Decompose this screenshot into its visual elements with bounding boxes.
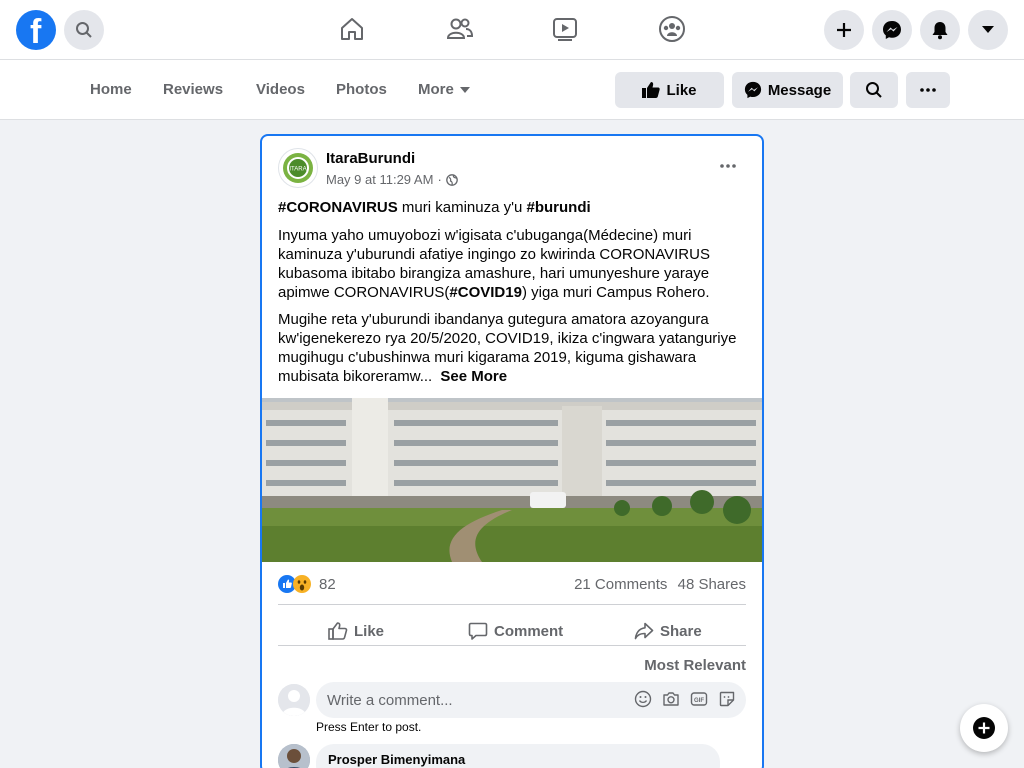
thumbs-up-icon bbox=[642, 82, 661, 98]
post-meta: May 9 at 11:29 AM · bbox=[326, 172, 458, 187]
friends-icon bbox=[446, 18, 473, 39]
comment-action-label: Comment bbox=[494, 622, 564, 640]
caret-down-icon bbox=[982, 26, 994, 33]
messenger-icon bbox=[883, 21, 901, 39]
like-action-button[interactable]: Like bbox=[328, 616, 384, 646]
commenter-avatar[interactable] bbox=[278, 744, 310, 768]
tab-reviews[interactable]: Reviews bbox=[163, 81, 223, 98]
tab-more[interactable]: More bbox=[418, 81, 470, 98]
page-like-label: Like bbox=[666, 81, 697, 99]
search-icon bbox=[76, 22, 92, 38]
hashtag-covid19[interactable]: #COVID19 bbox=[449, 284, 522, 301]
commenter-name[interactable]: Prosper Bimenyimana bbox=[328, 752, 465, 767]
page-avatar[interactable]: ITARA bbox=[278, 148, 318, 188]
comment-tools: GIF bbox=[634, 690, 736, 708]
comment-input[interactable]: Write a comment... GIF bbox=[316, 682, 746, 718]
hashtag-coronavirus[interactable]: #CORONAVIRUS bbox=[278, 199, 398, 216]
search-button[interactable] bbox=[64, 10, 104, 50]
tab-more-label: More bbox=[418, 81, 454, 98]
meta-separator: · bbox=[437, 172, 442, 187]
notifications-icon bbox=[932, 22, 948, 40]
share-icon bbox=[634, 622, 654, 640]
press-enter-hint: Press Enter to post. bbox=[316, 720, 422, 734]
divider bbox=[278, 604, 746, 605]
reaction-count: 82 bbox=[319, 575, 336, 593]
search-icon bbox=[866, 82, 882, 98]
post-card: ITARA ItaraBurundi May 9 at 11:29 AM · #… bbox=[260, 134, 764, 768]
paragraph-2-text: Mugihe reta y'uburundi ibandanya gutegur… bbox=[278, 311, 737, 385]
emoji-icon[interactable] bbox=[634, 690, 652, 708]
campus-building-image bbox=[262, 398, 762, 562]
shares-count[interactable]: 48 Shares bbox=[678, 576, 746, 593]
post-paragraph-1: Inyuma yaho umuyobozi w'igisata c'ubugan… bbox=[278, 226, 750, 302]
share-action-button[interactable]: Share bbox=[634, 616, 702, 646]
plus-icon bbox=[837, 23, 851, 37]
account-menu-button[interactable] bbox=[968, 10, 1008, 50]
post-paragraph-2: Mugihe reta y'uburundi ibandanya gutegur… bbox=[278, 310, 750, 386]
tab-photos[interactable]: Photos bbox=[336, 81, 387, 98]
headline-text: muri kaminuza y'u bbox=[397, 199, 527, 216]
page-more-options-button[interactable] bbox=[906, 72, 950, 108]
gif-icon[interactable]: GIF bbox=[690, 690, 708, 708]
comment-icon bbox=[468, 622, 488, 640]
globe-icon bbox=[445, 173, 458, 186]
svg-text:GIF: GIF bbox=[694, 698, 704, 704]
thumbs-up-icon bbox=[328, 622, 348, 640]
comment-bubble: Prosper Bimenyimana bbox=[316, 744, 720, 768]
tab-home[interactable]: Home bbox=[90, 81, 132, 98]
messenger-button[interactable] bbox=[872, 10, 912, 50]
nav-watch[interactable] bbox=[550, 14, 580, 44]
message-label: Message bbox=[767, 81, 832, 99]
post-headline: #CORONAVIRUS muri kaminuza y'u #burundi bbox=[278, 198, 750, 217]
camera-icon[interactable] bbox=[662, 690, 680, 708]
like-action-label: Like bbox=[354, 622, 385, 640]
top-navigation-bar: f bbox=[0, 0, 1024, 60]
commenter-photo bbox=[278, 744, 310, 768]
page-like-button[interactable]: Like bbox=[615, 72, 724, 108]
reaction-summary[interactable]: 82 bbox=[278, 574, 336, 594]
nav-home[interactable] bbox=[337, 14, 367, 44]
default-avatar-icon bbox=[278, 684, 310, 716]
compose-plus-icon bbox=[973, 717, 995, 739]
post-photo[interactable] bbox=[262, 398, 762, 562]
post-time[interactable]: May 9 at 11:29 AM bbox=[326, 172, 433, 187]
caret-down-icon bbox=[459, 87, 470, 94]
messenger-icon bbox=[744, 81, 761, 99]
avatar-text: ITARA bbox=[289, 167, 306, 173]
new-message-button[interactable] bbox=[960, 704, 1008, 752]
page-search-button[interactable] bbox=[850, 72, 898, 108]
facebook-logo[interactable]: f bbox=[16, 10, 56, 51]
divider bbox=[278, 645, 746, 646]
groups-icon bbox=[659, 16, 685, 42]
nav-friends[interactable] bbox=[444, 14, 474, 44]
current-user-avatar bbox=[278, 684, 310, 716]
facebook-logo-letter: f bbox=[30, 13, 42, 51]
sticker-icon[interactable] bbox=[718, 690, 736, 708]
home-icon bbox=[341, 18, 363, 40]
share-action-label: Share bbox=[660, 622, 702, 640]
nav-groups[interactable] bbox=[657, 14, 687, 44]
see-more-link[interactable]: See More bbox=[440, 368, 507, 385]
comment-action-button[interactable]: Comment bbox=[468, 616, 563, 646]
create-button[interactable] bbox=[824, 10, 864, 50]
post-author[interactable]: ItaraBurundi bbox=[326, 150, 415, 167]
comment-sort-dropdown[interactable]: Most Relevant bbox=[644, 657, 746, 674]
post-stats: 21 Comments 48 Shares bbox=[574, 576, 746, 593]
hashtag-burundi[interactable]: #burundi bbox=[527, 199, 591, 216]
comment-placeholder: Write a comment... bbox=[327, 692, 453, 709]
watch-icon bbox=[553, 18, 577, 41]
itara-logo-icon: ITARA bbox=[283, 153, 313, 183]
notifications-button[interactable] bbox=[920, 10, 960, 50]
tab-videos[interactable]: Videos bbox=[256, 81, 305, 98]
wow-reaction-icon bbox=[293, 575, 311, 593]
post-options-button[interactable] bbox=[718, 156, 738, 176]
paragraph-1-text-b: ) yiga muri Campus Rohero. bbox=[521, 284, 710, 301]
message-button[interactable]: Message bbox=[732, 72, 843, 108]
comments-count[interactable]: 21 Comments bbox=[574, 576, 667, 593]
more-options-icon bbox=[920, 88, 936, 92]
more-options-icon bbox=[720, 164, 736, 168]
